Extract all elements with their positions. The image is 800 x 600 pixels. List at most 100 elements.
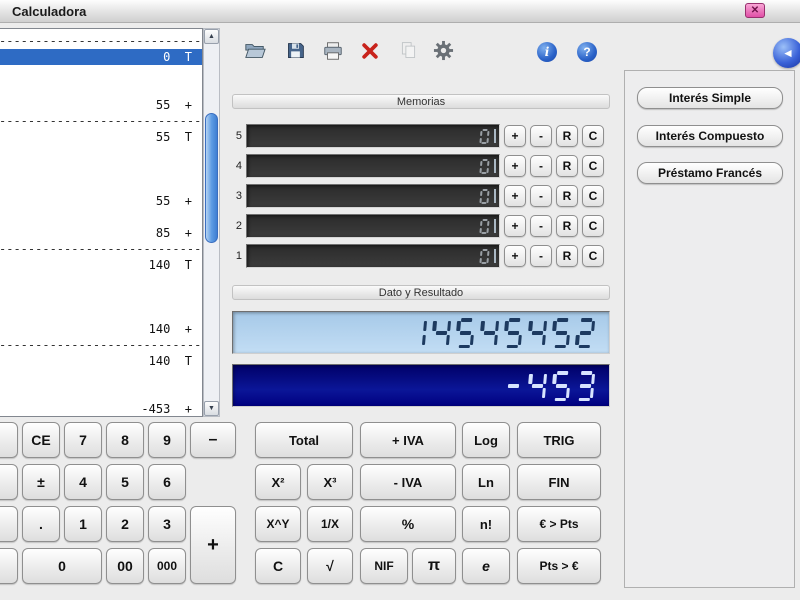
keypad-plus-button[interactable]: +	[190, 506, 236, 584]
keypad-nif-button[interactable]: NIF	[360, 548, 408, 584]
close-button[interactable]: ✕	[745, 3, 765, 18]
main-display	[232, 311, 610, 354]
info-button[interactable]: i	[537, 42, 557, 62]
floppy-save-icon	[285, 40, 306, 64]
memory-recall-button[interactable]: R	[556, 245, 578, 267]
memory-clear-button[interactable]: C	[582, 185, 604, 207]
copy-page-icon	[398, 40, 419, 64]
keypad-e-button[interactable]: e	[462, 548, 510, 584]
keypad-2-button[interactable]: 2	[106, 506, 144, 542]
keypad-pi-button[interactable]: π	[412, 548, 456, 584]
memory-add-button[interactable]: +	[504, 185, 526, 207]
keypad-square-button[interactable]: X²	[255, 464, 301, 500]
keypad-minus-button[interactable]: –	[190, 422, 236, 458]
keypad-ln-button[interactable]: Ln	[462, 464, 510, 500]
print-button[interactable]	[321, 40, 345, 64]
result-header-label: Dato y Resultado	[379, 287, 463, 299]
scroll-up-button[interactable]: ▲	[204, 29, 219, 44]
settings-button[interactable]	[431, 40, 455, 64]
memory-add-button[interactable]: +	[504, 245, 526, 267]
memory-index: 2	[232, 220, 242, 232]
memory-subtract-button[interactable]: -	[530, 155, 552, 177]
keypad-clear-button[interactable]: C	[255, 548, 301, 584]
scroll-down-button[interactable]: ▼	[204, 401, 219, 416]
keypad-decimal-button[interactable]: .	[22, 506, 60, 542]
copy-button[interactable]	[396, 40, 420, 64]
tape-line	[0, 65, 202, 81]
memory-add-button[interactable]: +	[504, 125, 526, 147]
memory-subtract-button[interactable]: -	[530, 245, 552, 267]
keypad-5-button[interactable]: 5	[106, 464, 144, 500]
delete-button[interactable]	[358, 40, 382, 64]
prestamo-frances-button[interactable]: Préstamo Francés	[637, 162, 783, 184]
keypad-plusminus-button[interactable]: ±	[22, 464, 60, 500]
back-button[interactable]: ◄	[773, 38, 800, 68]
keypad-plus-iva-button[interactable]: + IVA	[360, 422, 456, 458]
keypad-00-button[interactable]: 00	[106, 548, 144, 584]
memory-value	[478, 219, 491, 234]
memory-recall-button[interactable]: R	[556, 155, 578, 177]
memory-cursor	[494, 159, 496, 173]
info-icon: i	[545, 45, 550, 59]
memory-add-button[interactable]: +	[504, 215, 526, 237]
tape-line	[0, 145, 202, 161]
tape-line: 140 T	[0, 353, 202, 369]
keypad-total-button[interactable]: Total	[255, 422, 353, 458]
interes-compuesto-button[interactable]: Interés Compuesto	[637, 125, 783, 147]
scroll-thumb[interactable]	[205, 113, 218, 243]
tape-line	[0, 289, 202, 305]
memory-clear-button[interactable]: C	[582, 125, 604, 147]
keypad-0-button[interactable]: 0	[22, 548, 102, 584]
keypad-1-button[interactable]: 1	[64, 506, 102, 542]
keypad-factorial-button[interactable]: n!	[462, 506, 510, 542]
back-arrow-icon: ◄	[782, 46, 794, 60]
keypad-ce-button[interactable]: CE	[22, 422, 60, 458]
keypad-7-button[interactable]: 7	[64, 422, 102, 458]
tape-line: ----------------------------------------…	[0, 337, 202, 353]
memory-subtract-button[interactable]: -	[530, 215, 552, 237]
keypad-cube-button[interactable]: X³	[307, 464, 353, 500]
keypad-6-button[interactable]: 6	[148, 464, 186, 500]
memory-subtract-button[interactable]: -	[530, 125, 552, 147]
help-button[interactable]: ?	[577, 42, 597, 62]
memory-clear-button[interactable]: C	[582, 155, 604, 177]
secondary-display	[232, 364, 610, 407]
keypad-reciprocal-button[interactable]: 1/X	[307, 506, 353, 542]
keypad-minus-iva-button[interactable]: - IVA	[360, 464, 456, 500]
keypad-sqrt-button[interactable]: √	[307, 548, 353, 584]
keypad-pts-to-eur-button[interactable]: Pts > €	[517, 548, 601, 584]
save-button[interactable]	[283, 40, 307, 64]
keypad-eur-to-pts-button[interactable]: € > Pts	[517, 506, 601, 542]
keypad-3-button[interactable]: 3	[148, 506, 186, 542]
interes-simple-button[interactable]: Interés Simple	[637, 87, 783, 109]
memory-value	[478, 159, 491, 174]
keypad-partial-button[interactable]	[0, 548, 18, 584]
keypad-x-power-y-button[interactable]: X^Y	[255, 506, 301, 542]
keypad-8-button[interactable]: 8	[106, 422, 144, 458]
keypad-fin-button[interactable]: FIN	[517, 464, 601, 500]
memory-clear-button[interactable]: C	[582, 215, 604, 237]
keypad-partial-button[interactable]	[0, 506, 18, 542]
memory-subtract-button[interactable]: -	[530, 185, 552, 207]
keypad-4-button[interactable]: 4	[64, 464, 102, 500]
memory-recall-button[interactable]: R	[556, 215, 578, 237]
keypad-percent-button[interactable]: %	[360, 506, 456, 542]
open-file-button[interactable]	[243, 40, 267, 64]
memory-recall-button[interactable]: R	[556, 125, 578, 147]
memory-add-button[interactable]: +	[504, 155, 526, 177]
tape-line: 55 T	[0, 129, 202, 145]
memory-recall-button[interactable]: R	[556, 185, 578, 207]
tape-line: ----------------------------------------…	[0, 113, 202, 129]
tape-line: 55 +	[0, 193, 202, 209]
keypad-000-button[interactable]: 000	[148, 548, 186, 584]
memory-clear-button[interactable]: C	[582, 245, 604, 267]
keypad-log-button[interactable]: Log	[462, 422, 510, 458]
main-display-value	[405, 318, 597, 348]
keypad-trig-button[interactable]: TRIG	[517, 422, 601, 458]
calculator-window: Calculadora ✕ --------------------------…	[0, 0, 800, 600]
memory-row: 3 + - R C	[232, 184, 610, 208]
keypad-equals-button[interactable]: =	[0, 464, 18, 500]
tape-scrollbar[interactable]: ▲ ▼	[203, 28, 220, 417]
keypad-multiply-button[interactable]: *	[0, 422, 18, 458]
keypad-9-button[interactable]: 9	[148, 422, 186, 458]
